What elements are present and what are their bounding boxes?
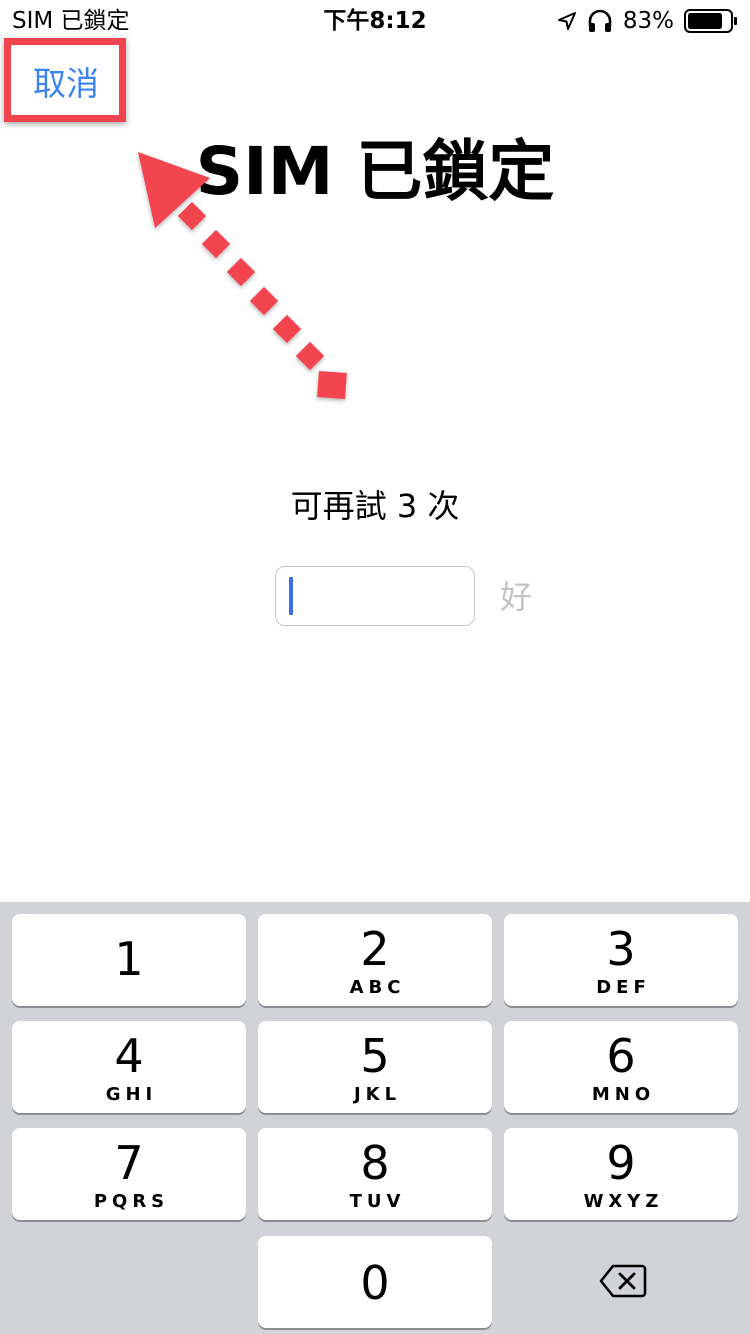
- key-digit: 9: [606, 1136, 636, 1190]
- key-digit: 7: [114, 1136, 144, 1190]
- key-2[interactable]: 2 ABC: [258, 914, 492, 1006]
- key-digit: 0: [360, 1256, 390, 1310]
- delete-key[interactable]: [504, 1236, 738, 1328]
- key-letters: WXYZ: [583, 1191, 664, 1212]
- key-7[interactable]: 7 PQRS: [12, 1128, 246, 1220]
- sim-locked-screen: SIM 已鎖定 下午8:12 83% 取消 SIM 已鎖定 可再試 3 次 好 …: [0, 0, 750, 1334]
- key-digit: 6: [606, 1029, 636, 1083]
- key-letters: DEF: [596, 977, 651, 998]
- backspace-icon: [599, 1264, 647, 1298]
- key-5[interactable]: 5 JKL: [258, 1021, 492, 1113]
- key-0[interactable]: 0: [258, 1236, 492, 1328]
- key-digit: 2: [360, 922, 390, 976]
- key-digit: 3: [606, 922, 636, 976]
- key-digit: 4: [114, 1029, 144, 1083]
- key-digit: 8: [360, 1136, 390, 1190]
- key-8[interactable]: 8 TUV: [258, 1128, 492, 1220]
- key-4[interactable]: 4 GHI: [12, 1021, 246, 1113]
- key-6[interactable]: 6 MNO: [504, 1021, 738, 1113]
- text-caret: [289, 577, 293, 615]
- tries-remaining-label: 可再試 3 次: [290, 487, 460, 525]
- key-letters: PQRS: [93, 1191, 170, 1212]
- key-3[interactable]: 3 DEF: [504, 914, 738, 1006]
- key-letters: ABC: [349, 977, 406, 998]
- key-9[interactable]: 9 WXYZ: [504, 1128, 738, 1220]
- key-letters: TUV: [349, 1191, 406, 1212]
- pin-input[interactable]: [275, 566, 475, 626]
- key-digit: 5: [360, 1029, 390, 1083]
- key-letters: GHI: [105, 1084, 158, 1105]
- ok-button[interactable]: 好: [500, 575, 532, 619]
- key-letters: MNO: [591, 1084, 656, 1105]
- key-digit: 1: [114, 932, 144, 986]
- key-letters: JKL: [353, 1084, 402, 1105]
- key-1[interactable]: 1: [12, 914, 246, 1006]
- annotation-arrow: [138, 152, 347, 399]
